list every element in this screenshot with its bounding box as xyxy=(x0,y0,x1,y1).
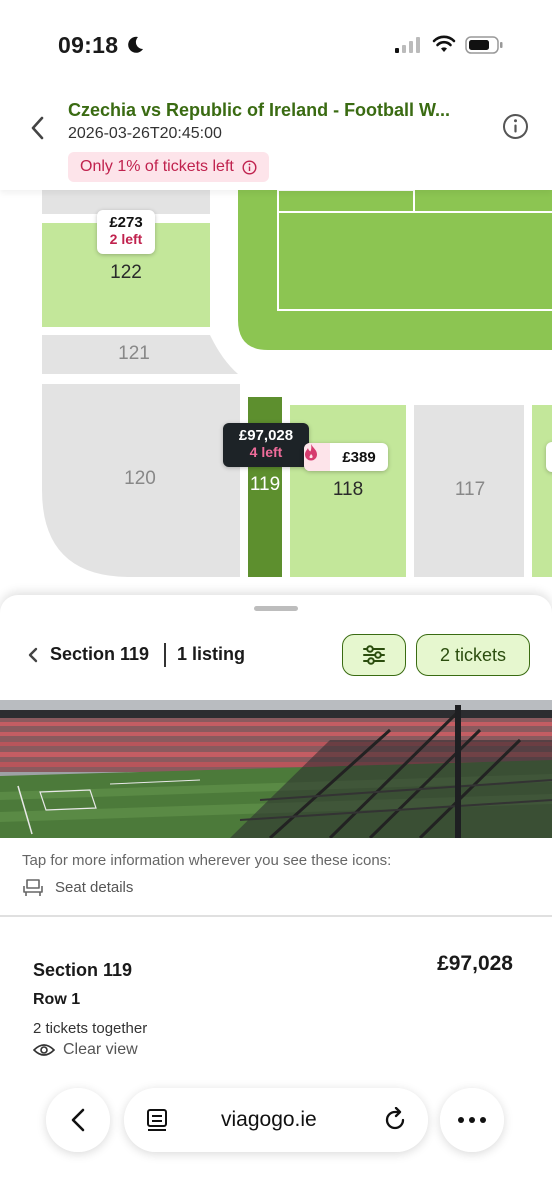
reader-mode-icon[interactable] xyxy=(146,1108,168,1132)
event-date: 2026-03-26T20:45:00 xyxy=(68,125,222,142)
status-time: 09:18 xyxy=(58,32,119,58)
sheet-back-chevron-icon[interactable] xyxy=(26,645,40,665)
section-label: 121 xyxy=(118,343,150,364)
url-text[interactable]: viagogo.ie xyxy=(221,1108,317,1132)
tooltip-left: 2 left xyxy=(109,231,143,247)
ticket-quantity-button[interactable]: 2 tickets xyxy=(416,634,530,676)
battery-icon xyxy=(465,36,503,54)
info-hint-text: Tap for more information wherever you se… xyxy=(22,852,392,869)
event-title: Czechia vs Republic of Ireland - Footbal… xyxy=(68,100,451,120)
divider xyxy=(0,915,552,917)
back-arrow-icon xyxy=(71,1108,85,1132)
event-header: Czechia vs Republic of Ireland - Footbal… xyxy=(0,92,552,190)
listing-row: Row 1 xyxy=(33,991,81,1008)
divider xyxy=(164,643,166,667)
listing-section[interactable]: Section 119 xyxy=(33,960,132,981)
sheet-handle[interactable] xyxy=(254,606,298,611)
price-tooltip[interactable]: £273 2 left xyxy=(97,210,155,254)
seat-icon xyxy=(23,879,43,896)
tooltip-left: 4 left xyxy=(249,444,283,460)
more-options-button[interactable] xyxy=(440,1088,504,1152)
browser-toolbar: viagogo.ie xyxy=(0,1086,552,1156)
listing-price[interactable]: £97,028 xyxy=(380,952,513,976)
tooltip-price: £273 xyxy=(109,214,143,231)
address-bar[interactable]: viagogo.ie xyxy=(124,1088,428,1152)
info-icon[interactable] xyxy=(502,113,529,140)
flame-badge xyxy=(304,443,330,471)
sliders-icon xyxy=(363,645,385,665)
signal-icon xyxy=(395,37,420,53)
tooltip-price: £97,028 xyxy=(238,427,294,444)
price-tooltip-partial[interactable] xyxy=(546,442,552,472)
section-label: 118 xyxy=(332,479,364,500)
browser-back-button[interactable] xyxy=(46,1088,110,1152)
clear-view-feature: Clear view xyxy=(63,1041,138,1058)
sheet-section-title: Section 119 xyxy=(50,644,150,664)
stadium-map[interactable]: 122 121 120 119 118 117 £273 2 left £97,… xyxy=(0,190,552,600)
price-tooltip-selected[interactable]: £97,028 4 left xyxy=(223,423,309,467)
listing-count: 1 listing xyxy=(177,644,246,664)
listing-quantity: 2 tickets together xyxy=(33,1020,148,1037)
back-chevron-icon[interactable] xyxy=(26,114,50,142)
reload-icon[interactable] xyxy=(382,1107,408,1133)
stadium-map-canvas xyxy=(42,190,552,577)
moon-icon xyxy=(128,36,143,53)
scarcity-text: Only 1% of tickets left xyxy=(80,158,234,175)
scarcity-badge: Only 1% of tickets left xyxy=(68,152,269,182)
stadium-view-image xyxy=(0,700,552,838)
filter-button[interactable] xyxy=(342,634,406,676)
eye-icon xyxy=(33,1044,55,1056)
section-view-photo[interactable] xyxy=(0,700,552,838)
status-bar: 09:18 xyxy=(0,0,552,92)
tooltip-price: £389 xyxy=(342,448,376,466)
wifi-icon xyxy=(432,35,456,52)
seat-details-label[interactable]: Seat details xyxy=(55,879,133,896)
section-label: 119 xyxy=(249,474,281,495)
price-tooltip[interactable]: £389 xyxy=(304,443,388,471)
pitch xyxy=(238,190,552,350)
flame-icon xyxy=(305,444,317,461)
section-label: 117 xyxy=(454,479,486,500)
ellipsis-icon xyxy=(458,1117,486,1123)
info-small-icon[interactable] xyxy=(242,159,257,175)
section-label: 120 xyxy=(124,468,156,489)
section-116-shape[interactable] xyxy=(532,405,552,577)
section-label: 122 xyxy=(110,262,142,283)
